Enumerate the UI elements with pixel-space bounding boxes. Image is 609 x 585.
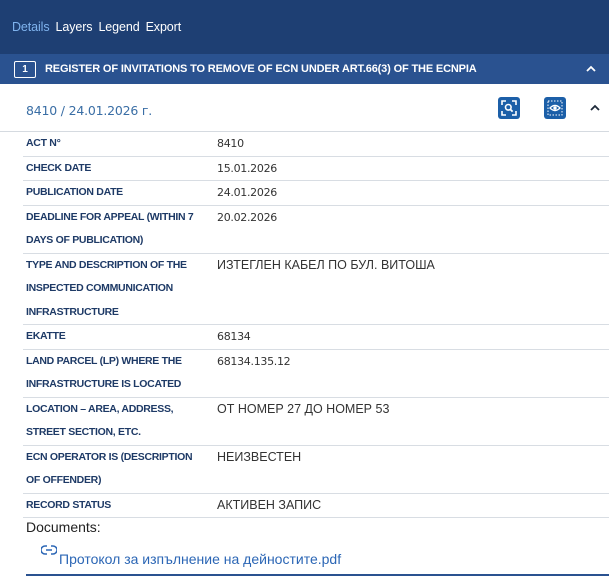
field-label: RECORD STATUS [23,494,217,518]
field-label-line: TYPE AND DESCRIPTION OF THE [26,258,187,271]
field-row: DEADLINE FOR APPEAL (WITHIN 7 DAYS OF PUB… [23,206,609,254]
field-label: TYPE AND DESCRIPTION OF THE INSPECTED COM… [23,254,217,325]
field-row: CHECK DATE 15.01.2026 [23,157,609,181]
field-label-line: ACT N° [26,137,61,149]
field-value: 8410 [217,137,244,150]
field-value: АКТИВЕН ЗАПИС [217,497,322,512]
document-link-label: Протокол за изпълнение на дейностите.pdf [59,551,342,567]
section-divider [26,574,609,576]
field-label: DEADLINE FOR APPEAL (WITHIN 7 DAYS OF PUB… [23,206,217,253]
field-label-line: INSPECTED COMMUNICATION [26,282,173,294]
field-label-line: LAND PARCEL (LP) WHERE THE [26,354,182,367]
section-number-badge: 1 [14,60,36,78]
field-label: ECN OPERATOR IS (DESCRIPTION OF OFFENDER) [23,446,217,493]
field-row: RECORD STATUS АКТИВЕН ЗАПИС [23,494,609,518]
field-label-line: PUBLICATION DATE [26,186,123,198]
section-title: REGISTER OF INVITATIONS TO REMOVE OF ECN… [45,63,477,75]
record-header: 8410 / 24.01.2026 г. [0,84,609,132]
field-label: ACT N° [23,132,217,156]
field-label: LOCATION – AREA, ADDRESS, STREET SECTION,… [23,398,217,445]
zoom-to-button[interactable] [498,97,520,119]
view-button[interactable] [544,97,566,119]
field-row: LAND PARCEL (LP) WHERE THE INFRASTRUCTURE… [23,350,609,398]
field-label-line: INFRASTRUCTURE IS LOCATED [26,378,182,390]
field-label-line: RECORD STATUS [26,498,111,511]
field-value: 20.02.2026 [217,210,277,224]
field-label: LAND PARCEL (LP) WHERE THE INFRASTRUCTURE… [23,350,217,397]
field-label: CHECK DATE [23,157,217,181]
record-collapse-chevron-icon[interactable] [589,102,601,114]
documents-heading: Documents: [26,519,101,535]
eye-icon [547,100,563,116]
record-title: 8410 / 24.01.2026 г. [26,103,153,118]
tab-layers[interactable]: Layers [56,20,93,34]
field-label-line: EKATTE [26,330,66,342]
field-row: LOCATION – AREA, ADDRESS, STREET SECTION,… [23,398,609,446]
field-row: ACT N° 8410 [23,132,609,157]
field-value: 68134.135.12 [217,354,291,368]
field-label-line: CHECK DATE [26,161,92,174]
link-icon [41,545,57,555]
zoom-search-icon [501,100,517,116]
field-value: НЕИЗВЕСТЕН [217,449,302,464]
field-value: 15.01.2026 [217,161,277,175]
field-value: 24.01.2026 [217,186,277,199]
tab-bar: Details Layers Legend Export [0,0,609,54]
field-value: ИЗТЕГЛЕН КАБЕЛ ПО БУЛ. ВИТОША [217,257,435,272]
field-row: TYPE AND DESCRIPTION OF THE INSPECTED COM… [23,254,609,325]
document-link[interactable]: Протокол за изпълнение на дейностите.pdf [41,545,341,567]
field-label-line: DAYS OF PUBLICATION) [26,234,144,246]
field-label-line: LOCATION – AREA, ADDRESS, [26,402,174,415]
field-label-line: STREET SECTION, ETC. [26,426,141,438]
field-row: EKATTE 68134 [23,325,609,350]
chevron-up-icon[interactable] [585,63,597,75]
field-row: ECN OPERATOR IS (DESCRIPTION OF OFFENDER)… [23,446,609,494]
field-label: EKATTE [23,325,217,349]
field-row: PUBLICATION DATE 24.01.2026 [23,181,609,206]
field-label-line: ECN OPERATOR IS (DESCRIPTION [26,450,193,463]
register-section-header[interactable]: 1 REGISTER OF INVITATIONS TO REMOVE OF E… [0,54,609,84]
record-fields: ACT N° 8410 CHECK DATE 15.01.2026 PUBLICATIO… [23,132,609,518]
field-label-line: INFRASTRUCTURE [26,305,119,318]
field-label-line: DEADLINE FOR APPEAL (WITHIN 7 [26,210,194,223]
field-label: PUBLICATION DATE [23,181,217,205]
tab-legend[interactable]: Legend [98,20,139,34]
tab-export[interactable]: Export [146,20,182,34]
tab-details[interactable]: Details [12,20,50,34]
field-label-line: OF OFFENDER) [26,474,102,486]
field-value: ОТ НОМЕР 27 ДО НОМЕР 53 [217,401,390,416]
field-value: 68134 [217,330,251,343]
